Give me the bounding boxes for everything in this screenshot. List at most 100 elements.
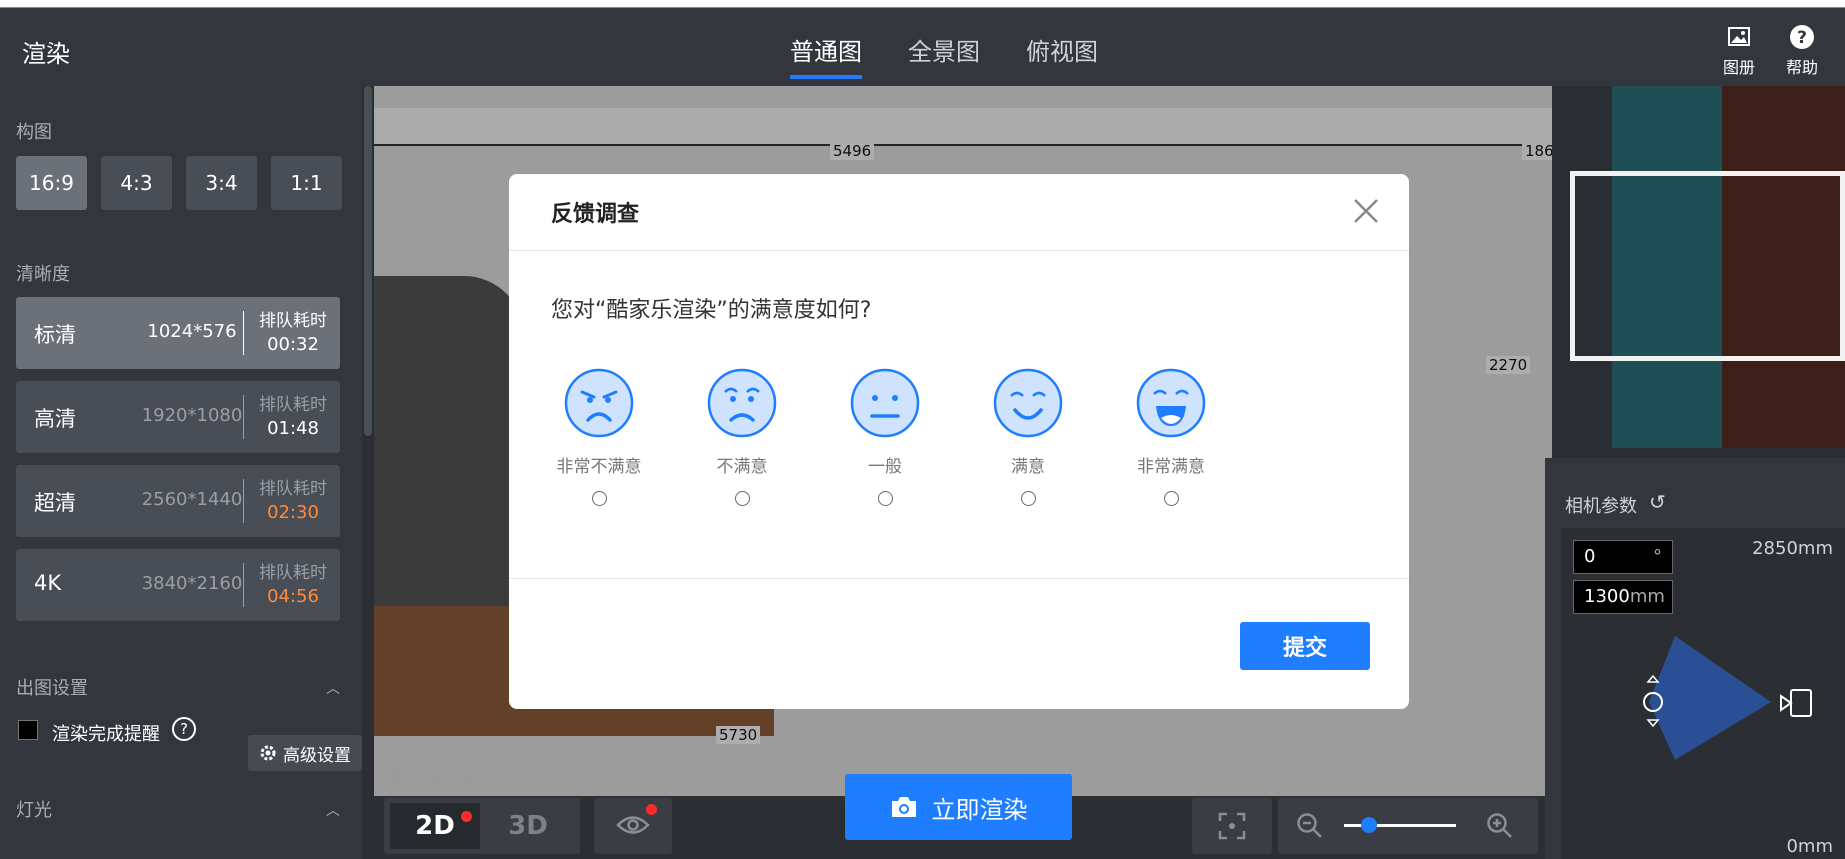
camera-panel: 相机参数 ↺ 0 ° 1300mm 2850mm 0mm [1545, 458, 1845, 859]
zoom-slider-handle[interactable] [1361, 817, 1377, 833]
option-label: 非常不满意 [556, 457, 642, 477]
ratio-group: 16:9 4:3 3:4 1:1 [16, 156, 342, 210]
camera-angle-input[interactable]: 0 ° [1573, 540, 1673, 574]
resolution-size: 1024*576 [147, 321, 237, 342]
camera-angle-value: 0 [1584, 546, 1596, 567]
radio-button[interactable] [1020, 491, 1036, 506]
tab-normal[interactable]: 普通图 [790, 32, 862, 79]
divider [243, 479, 244, 523]
option-dissatisfied[interactable]: 不满意 [682, 368, 802, 506]
resolution-size: 3840*2160 [141, 573, 243, 594]
help-icon: ? [1790, 25, 1814, 49]
queue-time: 01:48 [267, 418, 319, 439]
radio-button[interactable] [877, 491, 893, 506]
left-scrollbar[interactable] [364, 86, 372, 436]
question-icon[interactable]: ? [172, 717, 196, 741]
resolution-option-sd[interactable]: 标清 1024*576 排队耗时 00:32 [16, 297, 340, 369]
queue-time: 04:56 [267, 586, 319, 607]
queue-label: 排队耗时 [259, 311, 327, 331]
option-label: 非常满意 [1137, 457, 1205, 477]
option-satisfied[interactable]: 满意 [968, 368, 1088, 506]
resolution-name: 4K [34, 571, 62, 595]
resolution-name: 超清 [34, 491, 76, 515]
camera-area[interactable]: 0 ° 1300mm 2850mm 0mm [1561, 528, 1845, 859]
option-very-dissatisfied[interactable]: 非常不满意 [539, 368, 659, 506]
top-strip [0, 0, 1845, 8]
ratio-16-9-button[interactable]: 16:9 [16, 156, 87, 210]
album-label: 图册 [1722, 58, 1755, 77]
queue-label: 排队耗时 [259, 479, 327, 499]
chevron-up-icon[interactable]: ︿ [326, 678, 340, 698]
svg-text:?: ? [1797, 28, 1807, 48]
preview-frame[interactable] [1570, 171, 1845, 361]
tab-topview[interactable]: 俯视图 [1026, 32, 1098, 79]
advanced-settings-button[interactable]: 高级设置 [248, 735, 362, 771]
chevron-up-icon[interactable]: ︿ [326, 800, 340, 820]
camera-icon [891, 797, 916, 817]
advanced-settings-label: 高级设置 [283, 745, 351, 766]
height-min-label: 0mm [1786, 836, 1833, 857]
option-neutral[interactable]: 一般 [825, 368, 945, 506]
camera-height-input[interactable]: 1300mm [1573, 580, 1673, 614]
render-now-button[interactable]: 立即渲染 [845, 774, 1072, 840]
submit-button[interactable]: 提交 [1240, 622, 1370, 670]
divider [243, 563, 244, 607]
app-title: 渲染 [22, 40, 70, 68]
tab-panorama[interactable]: 全景图 [908, 32, 980, 79]
satisfied-face-icon [993, 368, 1063, 438]
survey-question: 您对“酷家乐渲染”的满意度如何? [551, 298, 872, 323]
radio-button[interactable] [734, 491, 750, 506]
option-label: 一般 [868, 457, 902, 477]
very-dissatisfied-face-icon [564, 368, 634, 438]
focus-icon [1218, 812, 1246, 840]
queue-info: 排队耗时 02:30 [250, 477, 336, 525]
radio-button[interactable] [1163, 491, 1179, 506]
ratio-1-1-button[interactable]: 1:1 [271, 156, 342, 210]
ratio-3-4-button[interactable]: 3:4 [186, 156, 257, 210]
zoom-in-icon[interactable] [1486, 812, 1514, 840]
reset-icon[interactable]: ↺ [1649, 490, 1666, 514]
view-3d-label: 3D [508, 811, 548, 841]
resolution-size: 1920*1080 [141, 405, 243, 426]
radio-button[interactable] [591, 491, 607, 506]
option-very-satisfied[interactable]: 非常满意 [1111, 368, 1231, 506]
divider [243, 395, 244, 439]
album-button[interactable]: 图册 [1713, 24, 1765, 78]
visibility-button[interactable] [594, 798, 672, 854]
gear-icon [260, 745, 276, 761]
height-max-label: 2850mm [1752, 538, 1833, 559]
help-button[interactable]: ? 帮助 [1776, 24, 1828, 78]
option-label: 满意 [1011, 457, 1045, 477]
feedback-modal: 反馈调查 您对“酷家乐渲染”的满意度如何? 非常不满意 不满意 一般 满意 非常… [509, 174, 1409, 709]
view-2d-label: 2D [415, 811, 455, 841]
resolution-option-hd[interactable]: 高清 1920*1080 排队耗时 01:48 [16, 381, 340, 453]
image-icon [1728, 27, 1750, 46]
view-2d-button[interactable]: 2D [390, 803, 480, 849]
zoom-out-icon[interactable] [1296, 812, 1324, 840]
watermark: 酷家乐技术支持 [386, 768, 492, 786]
divider [243, 311, 244, 355]
resolution-size: 2560*1440 [141, 489, 243, 510]
camera-fov-icon[interactable] [1631, 632, 1845, 782]
option-label: 不满意 [716, 457, 768, 477]
fit-view-button[interactable] [1192, 798, 1272, 854]
dissatisfied-face-icon [707, 368, 777, 438]
resolution-option-4k[interactable]: 4K 3840*2160 排队耗时 04:56 [16, 549, 340, 621]
camera-angle-unit: ° [1653, 546, 1662, 567]
render-now-label: 立即渲染 [931, 795, 1028, 824]
close-icon[interactable] [1351, 196, 1381, 226]
render-reminder-checkbox[interactable] [18, 720, 38, 740]
view-3d-button[interactable]: 3D [490, 803, 566, 849]
resolution-name: 高清 [34, 407, 76, 431]
very-satisfied-face-icon [1136, 368, 1206, 438]
queue-info: 排队耗时 04:56 [250, 561, 336, 609]
queue-time: 00:32 [267, 334, 319, 355]
camera-title: 相机参数 [1565, 496, 1637, 517]
notification-dot [461, 811, 472, 822]
header: 渲染 普通图 全景图 俯视图 图册 ? 帮助 [0, 8, 1845, 86]
resolution-option-uhd[interactable]: 超清 2560*1440 排队耗时 02:30 [16, 465, 340, 537]
composition-label: 构图 [16, 122, 52, 143]
notification-dot [646, 804, 657, 815]
ratio-4-3-button[interactable]: 4:3 [101, 156, 172, 210]
lighting-label: 灯光 [16, 800, 52, 821]
